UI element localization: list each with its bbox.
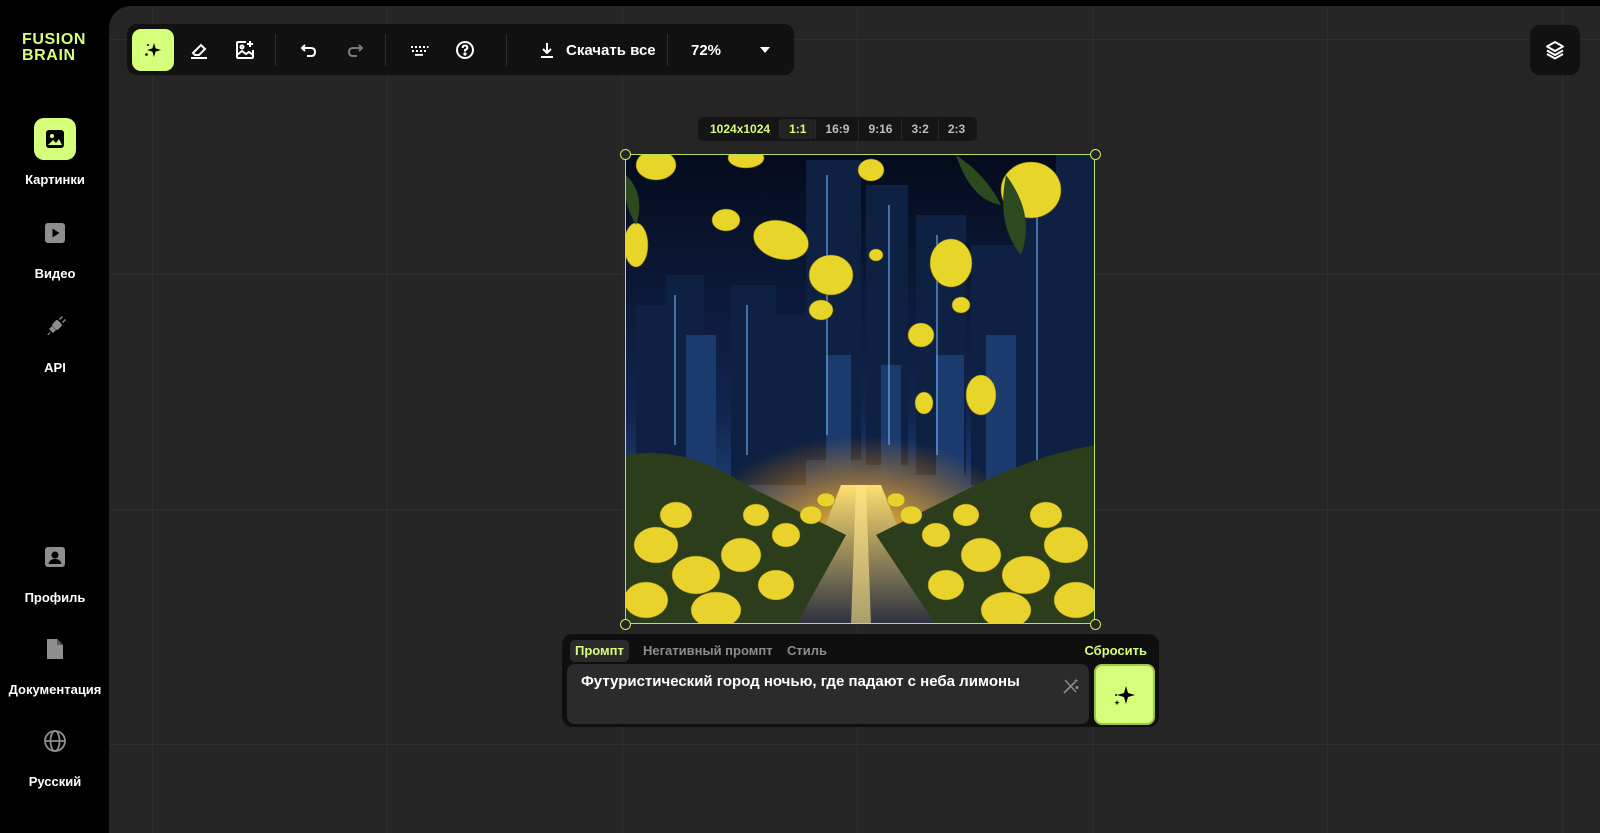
image-icon xyxy=(34,118,76,160)
lemon-city-artwork xyxy=(626,155,1094,623)
layers-button[interactable] xyxy=(1530,25,1580,75)
sidebar-item-label: Видео xyxy=(34,266,76,281)
resize-handle-top-right[interactable] xyxy=(1090,149,1101,160)
generate-button[interactable] xyxy=(1094,664,1155,725)
sidebar-item-profile[interactable]: Профиль xyxy=(0,536,110,605)
globe-icon xyxy=(34,720,76,762)
sidebar-item-label: API xyxy=(44,360,66,375)
redo-icon xyxy=(347,44,364,57)
help-button[interactable] xyxy=(444,29,486,71)
toolbar-divider xyxy=(385,34,386,66)
keyboard-icon xyxy=(411,46,429,56)
keyboard-shortcuts-button[interactable] xyxy=(398,29,440,71)
sidebar-item-api[interactable]: API xyxy=(0,306,110,375)
tab-style[interactable]: Стиль xyxy=(782,640,832,662)
undo-icon xyxy=(300,44,317,57)
generated-image[interactable] xyxy=(625,154,1095,624)
sparkle-generate-icon xyxy=(1113,685,1135,705)
ratio-option-3-2[interactable]: 3:2 xyxy=(901,119,937,139)
image-edit-tool-button[interactable] xyxy=(224,29,266,71)
prompt-text: Футуристический город ночью, где падают … xyxy=(581,673,1020,690)
reset-button[interactable]: Сбросить xyxy=(1084,640,1147,662)
ratio-option-1-1[interactable]: 1:1 xyxy=(779,119,816,139)
redo-button[interactable] xyxy=(334,29,376,71)
chevron-down-icon xyxy=(760,47,770,53)
zoom-dropdown[interactable]: 72% xyxy=(679,29,779,71)
toolbar-divider xyxy=(506,34,507,66)
tab-negative-prompt[interactable]: Негативный промпт xyxy=(638,640,778,662)
undo-button[interactable] xyxy=(288,29,330,71)
image-edit-icon xyxy=(236,41,254,59)
sidebar-item-label: Профиль xyxy=(24,590,86,605)
sidebar-item-images[interactable]: Картинки xyxy=(0,118,110,187)
toolbar: Скачать все 72% xyxy=(127,24,794,75)
magic-wand-icon xyxy=(1063,678,1079,694)
sidebar-item-docs[interactable]: Документация xyxy=(0,628,110,697)
prompt-input[interactable]: Футуристический город ночью, где падают … xyxy=(567,664,1089,724)
zoom-value: 72% xyxy=(691,41,722,59)
sparkle-generate-icon xyxy=(145,43,161,57)
sidebar-item-label: Документация xyxy=(8,682,102,697)
toolbar-divider xyxy=(667,34,668,66)
toolbar-divider xyxy=(275,34,276,66)
sidebar-item-video[interactable]: Видео xyxy=(0,212,110,281)
layers-icon xyxy=(1546,41,1564,60)
prompt-panel: Промпт Негативный промпт Стиль Сбросить … xyxy=(562,634,1159,727)
plug-icon xyxy=(34,306,76,348)
resize-handle-top-left[interactable] xyxy=(620,149,631,160)
download-icon xyxy=(541,43,553,58)
logo-line-1: FUSION xyxy=(22,31,87,48)
aspect-ratio-selector: 1024x1024 1:1 16:9 9:16 3:2 2:3 xyxy=(698,117,978,141)
ratio-option-16-9[interactable]: 16:9 xyxy=(815,119,858,139)
video-play-icon xyxy=(34,212,76,254)
profile-icon xyxy=(34,536,76,578)
logo-line-2: BRAIN xyxy=(22,47,76,64)
ratio-option-9-16[interactable]: 9:16 xyxy=(858,119,901,139)
ratio-option-2-3[interactable]: 2:3 xyxy=(937,119,974,139)
sidebar-item-label: Картинки xyxy=(25,172,85,187)
resize-handle-bottom-left[interactable] xyxy=(620,619,631,630)
download-all-button[interactable]: Скачать все xyxy=(530,29,664,71)
eraser-tool-button[interactable] xyxy=(178,29,220,71)
tab-prompt[interactable]: Промпт xyxy=(570,640,629,662)
download-all-label: Скачать все xyxy=(566,41,656,59)
sidebar-item-language[interactable]: Русский xyxy=(0,720,110,789)
resize-handle-bottom-right[interactable] xyxy=(1090,619,1101,630)
generate-tool-button[interactable] xyxy=(132,29,174,71)
eraser-icon xyxy=(191,43,207,59)
sidebar-item-label: Русский xyxy=(28,774,82,789)
resolution-label: 1024x1024 xyxy=(710,122,771,136)
fusion-brain-logo[interactable]: FUSION BRAIN xyxy=(22,32,86,64)
magic-wand-button[interactable] xyxy=(1059,674,1083,698)
document-icon xyxy=(34,628,76,670)
sidebar: FUSION BRAIN Картинки Видео API Профиль … xyxy=(0,0,110,833)
help-icon xyxy=(456,41,474,59)
